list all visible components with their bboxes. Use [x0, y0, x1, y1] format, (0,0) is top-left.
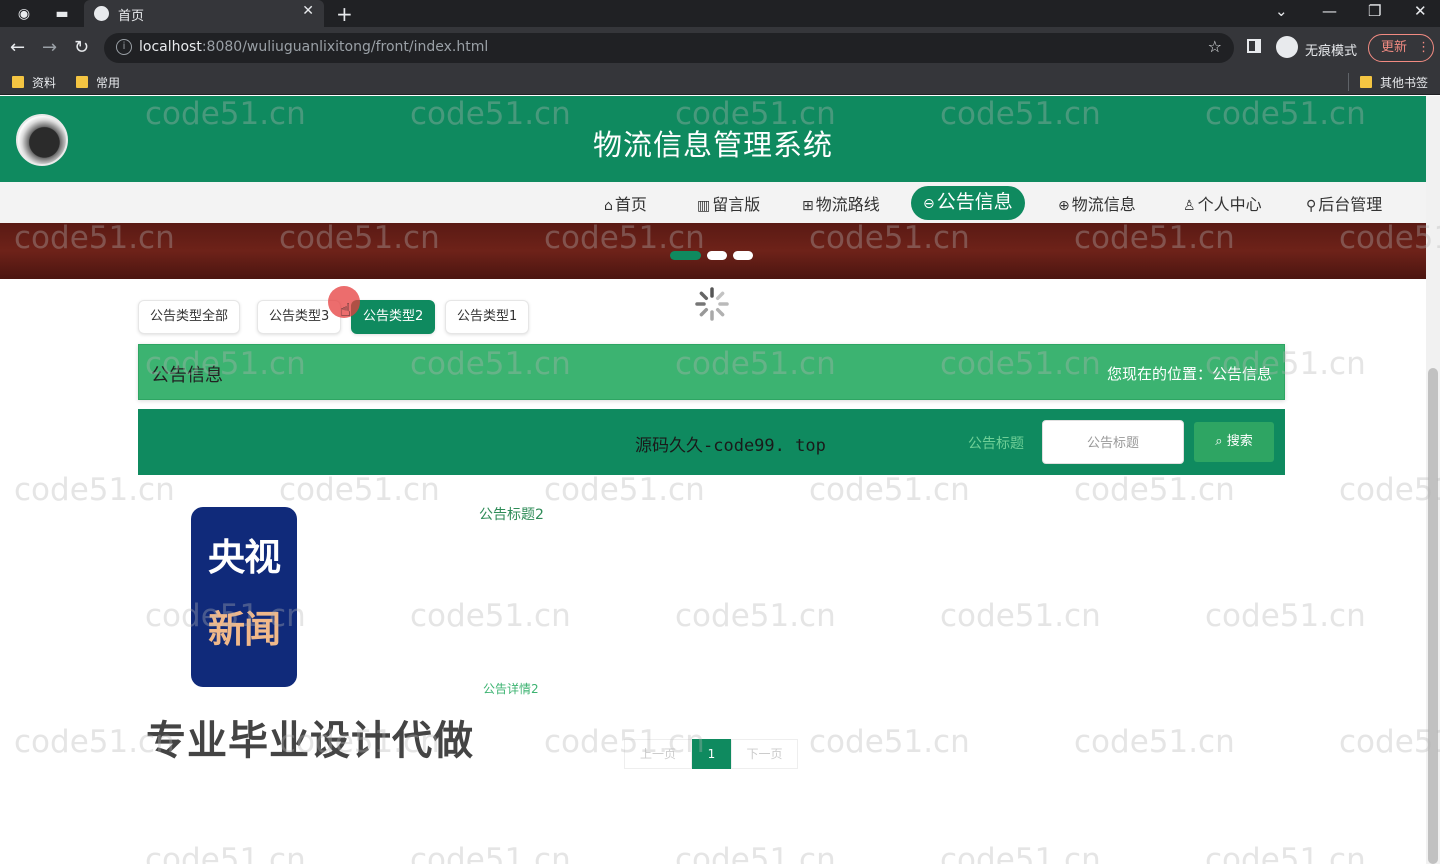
- back-icon[interactable]: ←: [10, 37, 25, 58]
- home-icon: ⌂: [604, 198, 613, 214]
- browser-tab[interactable]: 首页 ✕: [84, 0, 324, 27]
- address-url[interactable]: localhost:8080/wuliuguanlixitong/front/i…: [139, 39, 488, 55]
- bookmark-separator: [1348, 73, 1349, 91]
- folder-icon: [1360, 76, 1372, 88]
- nav-admin[interactable]: ⚲ 后台管理: [1306, 191, 1382, 215]
- tab-close-icon[interactable]: ✕: [302, 3, 314, 19]
- nav-message-board[interactable]: ▥ 留言版: [697, 191, 760, 215]
- watermark: code51.cn: [410, 842, 571, 864]
- browser-toolbar: ← → ↻ i localhost:8080/wuliuguanlixitong…: [0, 27, 1440, 69]
- search-label: 公告标题: [968, 436, 1024, 452]
- filter-type-1[interactable]: 公告类型1: [445, 300, 530, 334]
- thumbnail-text: 央视: [208, 536, 281, 579]
- scrollbar-thumb[interactable]: [1428, 368, 1438, 864]
- site-title: 物流信息管理系统: [592, 128, 833, 162]
- promo-watermark: 专业毕业设计代做: [146, 718, 474, 764]
- address-bar[interactable]: i localhost:8080/wuliuguanlixitong/front…: [104, 33, 1234, 63]
- incognito-icon: [1276, 36, 1298, 58]
- current-location: 您现在的位置：公告信息: [1106, 365, 1272, 383]
- window-icon[interactable]: ▬: [52, 4, 72, 24]
- watermark: code51.cn: [279, 472, 440, 508]
- watermark: code51.cn: [14, 472, 175, 508]
- search-icon: ⌕: [1215, 434, 1223, 449]
- reload-icon[interactable]: ↻: [74, 37, 89, 58]
- tab-title: 首页: [118, 9, 145, 24]
- nav-personal-center[interactable]: ♙ 个人中心: [1183, 191, 1262, 215]
- link-icon: ⚲: [1306, 198, 1317, 214]
- user-icon: ♙: [1183, 198, 1196, 214]
- nav-logistics-info[interactable]: ⊕ 物流信息: [1058, 191, 1136, 215]
- bookmark-folder[interactable]: 资料: [12, 74, 56, 91]
- incognito-label[interactable]: 无痕模式: [1305, 40, 1357, 59]
- nav-home[interactable]: ⌂ 首页: [604, 191, 647, 215]
- globe-icon: ⊕: [1058, 198, 1070, 214]
- carousel-dot[interactable]: [707, 251, 727, 260]
- carousel-dot[interactable]: [670, 251, 701, 260]
- watermark-text: 源码久久-code99. top: [635, 436, 826, 456]
- next-page-button[interactable]: 下一页: [731, 739, 798, 769]
- watermark: code51.cn: [1205, 598, 1366, 634]
- minimize-icon[interactable]: —: [1322, 2, 1337, 20]
- profile-globe-icon[interactable]: ◉: [14, 4, 34, 24]
- side-panel-icon[interactable]: [1247, 39, 1261, 53]
- watermark: code51.cn: [809, 472, 970, 508]
- announcement-icon: ⊖: [923, 196, 935, 212]
- other-bookmarks[interactable]: 其他书签: [1360, 74, 1428, 91]
- watermark: code51.cn: [145, 842, 306, 864]
- nav-logistics-route[interactable]: ⊞ 物流路线: [802, 191, 880, 215]
- tab-search-chevron-icon[interactable]: ⌄: [1275, 2, 1288, 20]
- menu-kebab-icon: ⋮: [1417, 40, 1431, 55]
- prev-page-button[interactable]: 上一页: [624, 739, 692, 769]
- banner-carousel: [0, 223, 1426, 279]
- watermark: code51.cn: [809, 724, 970, 760]
- news-detail[interactable]: 公告详情2: [483, 680, 539, 697]
- search-button[interactable]: ⌕ 搜索: [1194, 422, 1274, 462]
- watermark: code51.cn: [1339, 724, 1440, 760]
- bookmarks-bar: 资料 常用 其他书签: [0, 69, 1440, 95]
- watermark: code51.cn: [544, 472, 705, 508]
- watermark: code51.cn: [1074, 724, 1235, 760]
- breadcrumb: 公告信息 您现在的位置：公告信息: [138, 344, 1285, 400]
- watermark: code51.cn: [1074, 472, 1235, 508]
- watermark: code51.cn: [940, 842, 1101, 864]
- loading-spinner-icon: [695, 287, 729, 321]
- search-panel: 源码久久-code99. top 公告标题 ⌕ 搜索: [138, 409, 1285, 475]
- site-info-icon[interactable]: i: [116, 39, 132, 55]
- bookmark-folder[interactable]: 常用: [76, 74, 120, 91]
- filter-type-2[interactable]: 公告类型2: [351, 300, 436, 334]
- bookmark-star-icon[interactable]: ☆: [1208, 37, 1222, 56]
- browser-tab-bar: ◉ ▬ 首页 ✕ + ⌄ — ❐ ✕: [0, 0, 1440, 27]
- news-thumbnail[interactable]: 央视 新闻: [191, 507, 297, 687]
- new-tab-icon[interactable]: +: [336, 2, 353, 26]
- folder-icon: [12, 76, 24, 88]
- watermark: code51.cn: [675, 842, 836, 864]
- folder-icon: [76, 76, 88, 88]
- watermark: code51.cn: [1339, 472, 1440, 508]
- watermark: code51.cn: [1205, 842, 1366, 864]
- restore-icon[interactable]: ❐: [1368, 2, 1381, 20]
- thumbnail-text: 新闻: [208, 608, 281, 651]
- tab-favicon-icon: [94, 6, 109, 21]
- news-title-link[interactable]: 公告标题2: [479, 504, 544, 524]
- board-icon: ▥: [697, 198, 711, 214]
- main-nav: ⌂ 首页 ▥ 留言版 ⊞ 物流路线 ⊖ 公告信息 ⊕ 物流信息 ♙ 个人中心 ⚲ 后台管理: [0, 182, 1426, 223]
- route-icon: ⊞: [802, 198, 814, 214]
- search-input[interactable]: [1042, 420, 1184, 464]
- forward-icon[interactable]: →: [42, 37, 57, 58]
- section-title: 公告信息: [151, 365, 223, 386]
- update-button[interactable]: 更新 ⋮: [1368, 34, 1434, 62]
- site-header: 物流信息管理系统: [0, 96, 1426, 182]
- close-window-icon[interactable]: ✕: [1414, 2, 1427, 20]
- nav-announcements[interactable]: ⊖ 公告信息: [911, 186, 1025, 220]
- watermark: code51.cn: [675, 598, 836, 634]
- watermark: code51.cn: [940, 598, 1101, 634]
- filter-all[interactable]: 公告类型全部: [138, 300, 241, 334]
- page-number[interactable]: 1: [692, 739, 731, 769]
- hand-cursor-icon: ☝: [340, 300, 351, 321]
- carousel-dot[interactable]: [733, 251, 753, 260]
- watermark: code51.cn: [410, 598, 571, 634]
